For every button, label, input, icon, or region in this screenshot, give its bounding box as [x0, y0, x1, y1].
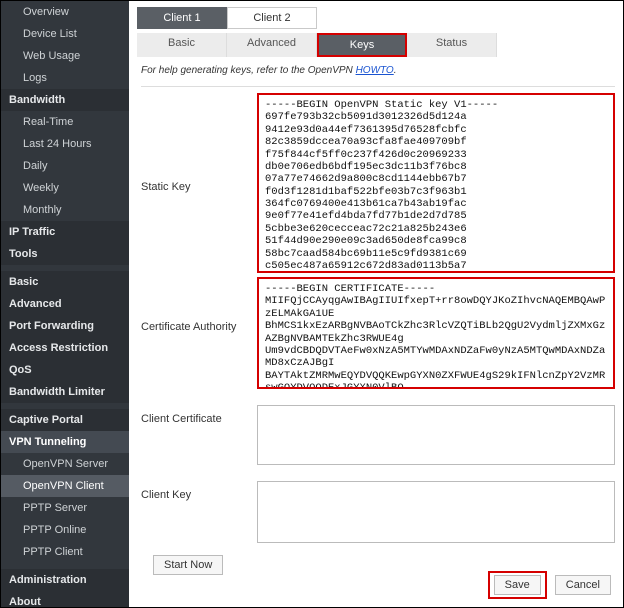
sidebar-item-about[interactable]: About	[1, 591, 129, 607]
sidebar-item-qos[interactable]: QoS	[1, 359, 129, 381]
client-key-field[interactable]	[257, 481, 615, 543]
sidebar-item-weekly[interactable]: Weekly	[1, 177, 129, 199]
sidebar-item-basic[interactable]: Basic	[1, 271, 129, 293]
sidebar-item-bandwidth[interactable]: Bandwidth	[1, 89, 129, 111]
sidebar-item-ip-traffic[interactable]: IP Traffic	[1, 221, 129, 243]
subtab-advanced[interactable]: Advanced	[227, 33, 317, 57]
sidebar-item-device-list[interactable]: Device List	[1, 23, 129, 45]
sidebar-item-pptp-server[interactable]: PPTP Server	[1, 497, 129, 519]
sidebar-item-openvpn-client[interactable]: OpenVPN Client	[1, 475, 129, 497]
label-client-cert: Client Certificate	[141, 395, 257, 425]
sidebar-item-advanced[interactable]: Advanced	[1, 293, 129, 315]
client-tab-2[interactable]: Client 2	[227, 7, 317, 29]
cancel-button[interactable]: Cancel	[555, 575, 611, 595]
sidebar-item-daily[interactable]: Daily	[1, 155, 129, 177]
sub-tabs: Basic Advanced Keys Status	[137, 33, 623, 57]
row-ca: Certificate Authority	[141, 277, 615, 389]
start-now-button[interactable]: Start Now	[153, 555, 223, 575]
save-button[interactable]: Save	[494, 575, 541, 595]
label-client-key: Client Key	[141, 471, 257, 501]
save-highlight: Save	[488, 571, 547, 599]
row-static-key: Static Key	[141, 93, 615, 273]
sidebar-item-logs[interactable]: Logs	[1, 67, 129, 89]
sidebar-item-port-forwarding[interactable]: Port Forwarding	[1, 315, 129, 337]
sidebar-item-bandwidth-limiter[interactable]: Bandwidth Limiter	[1, 381, 129, 403]
help-prefix: For help generating keys, refer to the O…	[141, 65, 356, 76]
footer-buttons: Save Cancel	[488, 571, 611, 599]
sidebar-item-real-time[interactable]: Real-Time	[1, 111, 129, 133]
ca-field[interactable]	[257, 277, 615, 389]
sidebar-item-access-restriction[interactable]: Access Restriction	[1, 337, 129, 359]
help-text: For help generating keys, refer to the O…	[141, 65, 623, 76]
label-static-key: Static Key	[141, 93, 257, 193]
form-area: Static Key Certificate Authority Client …	[129, 80, 623, 607]
row-client-cert: Client Certificate	[141, 395, 615, 465]
sidebar: OverviewDevice ListWeb UsageLogsBandwidt…	[1, 1, 129, 607]
client-tabs: Client 1 Client 2	[137, 7, 623, 29]
client-cert-field[interactable]	[257, 405, 615, 465]
sidebar-item-pptp-online[interactable]: PPTP Online	[1, 519, 129, 541]
sidebar-item-tools[interactable]: Tools	[1, 243, 129, 265]
label-ca: Certificate Authority	[141, 277, 257, 333]
client-tab-1[interactable]: Client 1	[137, 7, 227, 29]
divider	[141, 86, 615, 87]
sidebar-item-administration[interactable]: Administration	[1, 569, 129, 591]
sidebar-item-vpn-tunneling[interactable]: VPN Tunneling	[1, 431, 129, 453]
main-panel: Client 1 Client 2 Basic Advanced Keys St…	[129, 1, 623, 607]
sidebar-item-monthly[interactable]: Monthly	[1, 199, 129, 221]
help-suffix: .	[394, 65, 397, 76]
row-client-key: Client Key	[141, 471, 615, 543]
sidebar-item-overview[interactable]: Overview	[1, 1, 129, 23]
sidebar-item-pptp-client[interactable]: PPTP Client	[1, 541, 129, 563]
sidebar-item-last-24-hours[interactable]: Last 24 Hours	[1, 133, 129, 155]
howto-link[interactable]: HOWTO	[356, 65, 394, 76]
static-key-field[interactable]	[257, 93, 615, 273]
sidebar-item-web-usage[interactable]: Web Usage	[1, 45, 129, 67]
subtab-basic[interactable]: Basic	[137, 33, 227, 57]
subtab-keys[interactable]: Keys	[317, 33, 407, 57]
sidebar-item-captive-portal[interactable]: Captive Portal	[1, 409, 129, 431]
sidebar-item-openvpn-server[interactable]: OpenVPN Server	[1, 453, 129, 475]
subtab-status[interactable]: Status	[407, 33, 497, 57]
